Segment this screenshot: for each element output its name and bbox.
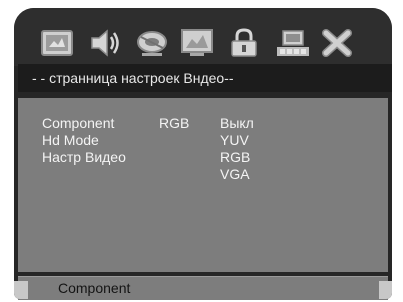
menu-item-video-setup[interactable]: Настр Видео xyxy=(42,149,126,165)
page-title: - - странница настроек Вндео-- xyxy=(18,64,392,92)
option-vga[interactable]: VGA xyxy=(220,166,250,182)
menu-item-hd-mode[interactable]: Hd Mode xyxy=(42,132,99,148)
option-rgb[interactable]: RGB xyxy=(220,149,250,165)
preference-icon[interactable] xyxy=(275,28,311,58)
exit-icon[interactable] xyxy=(319,28,355,58)
audio-setup-icon[interactable] xyxy=(87,28,123,58)
setup-toolbar xyxy=(14,8,392,66)
settings-panel: Component RGB Hd Mode Настр Видео Выкл Y… xyxy=(18,98,388,272)
video-setup-icon[interactable] xyxy=(134,28,170,58)
status-text: Component xyxy=(58,280,131,296)
option-yuv[interactable]: YUV xyxy=(220,132,249,148)
menu-item-component[interactable]: Component xyxy=(42,115,114,131)
option-off[interactable]: Выкл xyxy=(220,115,254,131)
status-bar: Component xyxy=(18,276,388,300)
frame-corner-left xyxy=(14,281,28,299)
system-setup-icon[interactable] xyxy=(39,28,75,58)
frame-corner-right xyxy=(379,281,392,299)
component-value: RGB xyxy=(159,115,190,131)
display-setup-icon[interactable] xyxy=(179,28,215,58)
parental-lock-icon[interactable] xyxy=(226,28,262,58)
